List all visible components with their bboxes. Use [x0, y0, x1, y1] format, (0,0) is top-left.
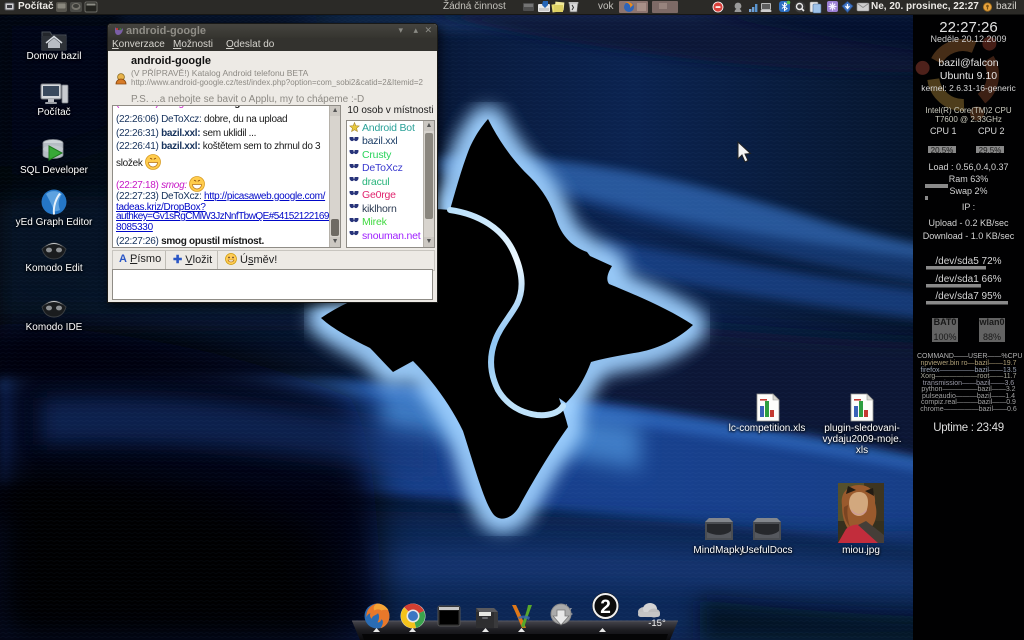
svg-text:2: 2 — [600, 597, 611, 618]
svg-text:-15°: -15° — [648, 618, 666, 629]
